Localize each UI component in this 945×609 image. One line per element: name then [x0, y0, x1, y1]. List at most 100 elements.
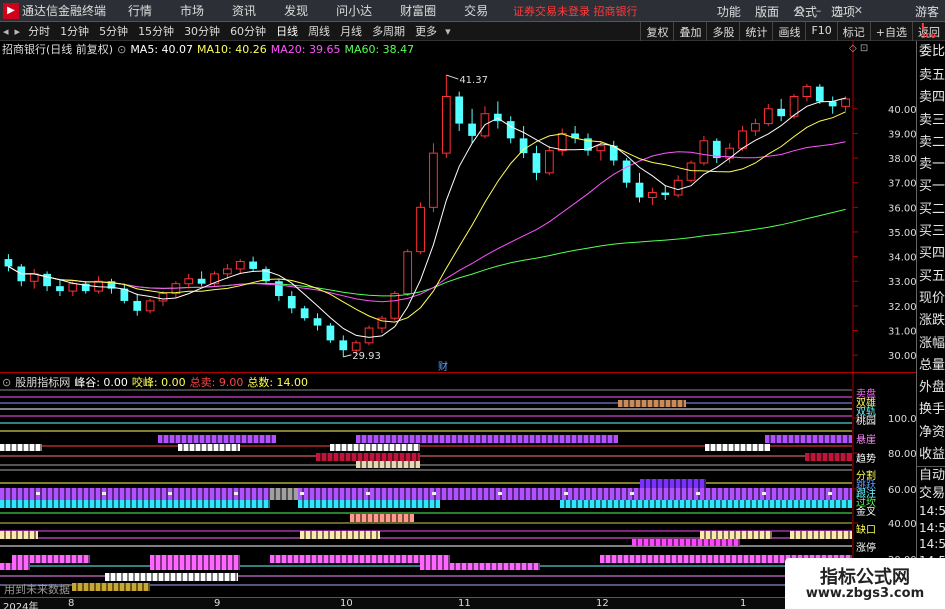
indicator-bar	[632, 539, 740, 546]
candle-body-up	[68, 283, 78, 292]
total-count-value: 总数: 14.00	[247, 376, 309, 389]
window-controls: ⚙ – □ ✕	[795, 4, 863, 17]
month-label: 9	[214, 598, 221, 609]
f10-button[interactable]: F10	[805, 22, 836, 41]
chart-header: 招商银行(日线 前复权) ⊙ MA5: 40.07 MA10: 40.26 MA…	[2, 42, 418, 57]
date-axis: 2024年 8 9 10 11 12 1	[0, 597, 916, 609]
indicator-dot	[300, 492, 304, 495]
trade-mode-button[interactable]: 交易	[917, 485, 945, 503]
quote-row-label: 涨幅	[919, 335, 945, 351]
auto-mode-button[interactable]: 自动	[917, 467, 945, 485]
multi-stock-button[interactable]: 多股	[706, 22, 739, 41]
add-watchlist-button[interactable]: +自选	[869, 22, 912, 41]
period-30min[interactable]: 30分钟	[179, 23, 225, 39]
future-data-warning: 用到未来数据	[4, 583, 70, 596]
indicator-dot	[36, 492, 40, 495]
nav-next-icon[interactable]: ▸	[12, 25, 24, 38]
candle-body-up	[390, 293, 400, 319]
menu-item-news[interactable]: 资讯	[232, 2, 256, 19]
candle-body-down	[326, 325, 335, 341]
indicator-bar	[0, 531, 38, 539]
candle-body-down	[455, 96, 464, 124]
overlay-button[interactable]: 叠加	[673, 22, 706, 41]
menu-item-guest[interactable]: 游客	[915, 3, 939, 20]
period-tick[interactable]: 分时	[23, 23, 55, 39]
tick-time: 14:56	[919, 520, 945, 535]
candle-body-down	[300, 308, 309, 319]
login-warning[interactable]: 证券交易未登录 招商银行	[513, 3, 638, 19]
period-more[interactable]: 更多	[410, 23, 442, 39]
mark-button[interactable]: 标记	[836, 22, 870, 41]
indicator-bar	[12, 555, 90, 563]
candle-body-down	[506, 121, 515, 139]
menu-item-exchange[interactable]: 市场	[180, 2, 204, 19]
restore-rights-button[interactable]: 复权	[640, 22, 673, 41]
period-15min[interactable]: 15分钟	[133, 23, 179, 39]
quote-row-label: 卖五	[919, 68, 945, 83]
statistics-button[interactable]: 统计	[739, 22, 772, 41]
watermark-url: www.zbgs3.com	[805, 586, 925, 601]
period-1min[interactable]: 1分钟	[55, 23, 94, 39]
candle-body-up	[841, 98, 850, 107]
ma20-value: MA20: 39.65	[270, 42, 341, 56]
menu-item-layout[interactable]: 版面	[755, 3, 779, 20]
quote-row-label: 卖二	[919, 134, 945, 150]
candle-body-down	[468, 123, 476, 136]
chevron-down-icon[interactable]: ⊙	[117, 43, 126, 56]
indicator-header: ⊙ 股朋指标网 峰谷: 0.00 咬峰: 0.00 总卖: 9.00 总数: 1…	[2, 375, 312, 390]
period-5min[interactable]: 5分钟	[94, 23, 133, 39]
price-axis-label: 32.00	[888, 302, 916, 313]
close-icon[interactable]: ✕	[854, 4, 863, 17]
period-daily[interactable]: 日线	[271, 23, 303, 39]
kline-chart[interactable]: 40.00 39.00 38.00 37.00 36.00 35.00 34.00 33.00…	[0, 40, 916, 373]
bite-peak-value: 咬峰: 0.00	[131, 376, 186, 389]
period-monthly[interactable]: 月线	[335, 23, 367, 39]
price-axis-label: 30.00	[888, 351, 916, 362]
month-label: 11	[458, 598, 471, 609]
total-sell-value: 总卖: 9.00	[189, 376, 244, 389]
indicator-toggle-icon[interactable]: ⊙	[2, 376, 11, 389]
menu-item-ask[interactable]: 问小达	[336, 2, 372, 19]
indicator-bar	[618, 400, 686, 407]
chart-expand-icon[interactable]: ◇ ⊡	[849, 43, 868, 54]
candle-body-down	[519, 138, 528, 154]
maximize-icon[interactable]: □	[832, 4, 842, 17]
candle-body-up	[416, 206, 425, 253]
price-axis-label: 40.00	[888, 105, 916, 116]
ma60-value: MA60: 38.47	[344, 42, 415, 56]
period-weekly[interactable]: 周线	[303, 23, 335, 39]
candle-body-up	[596, 145, 606, 152]
indicator-bar	[350, 514, 414, 522]
price-axis-label: 37.00	[888, 179, 916, 190]
settings-icon[interactable]: ⚙	[795, 4, 805, 17]
menu-item-trade[interactable]: 交易	[464, 2, 488, 19]
finance-event-icon: 财	[438, 360, 448, 373]
indicator-bar	[300, 531, 380, 539]
menu-item-wealth[interactable]: 财富圈	[400, 2, 436, 19]
period-60min[interactable]: 60分钟	[225, 23, 271, 39]
candle-body-down	[249, 261, 257, 269]
indicator-bar	[72, 583, 150, 591]
indicator-chart[interactable]: 卖盘双雄双轨桃园悬崖趋势分割跳跃跟注过坎金叉缺口涨停100.080.0060.0…	[0, 373, 916, 598]
menu-item-discover[interactable]: 发现	[284, 2, 308, 19]
candle-body-down	[43, 273, 51, 287]
period-multi[interactable]: 多周期	[367, 23, 410, 39]
quote-row-label: 收益	[919, 447, 945, 463]
candle-body-up	[738, 130, 747, 149]
minimize-icon[interactable]: –	[816, 4, 822, 17]
menu-item-function[interactable]: 功能	[717, 3, 741, 20]
indicator-dot	[630, 492, 634, 495]
draw-line-button[interactable]: 画线	[772, 22, 805, 41]
period-toolbar: ◂ ▸ 分时 1分钟 5分钟 15分钟 30分钟 60分钟 日线 周线 月线 多…	[0, 22, 945, 41]
menu-item-market[interactable]: 行情	[128, 2, 152, 19]
candle-body-up	[441, 95, 451, 154]
nav-prev-icon[interactable]: ◂	[0, 25, 12, 38]
price-axis-label: 34.00	[888, 253, 916, 264]
chevron-down-icon[interactable]: ▾	[442, 25, 454, 38]
price-axis-label: 39.00	[888, 129, 916, 140]
quote-row-label: 换手	[919, 402, 945, 418]
candle-body-down	[635, 182, 644, 198]
price-axis-label: 36.00	[888, 203, 916, 214]
candle-body-down	[339, 340, 348, 351]
candle-body-down	[622, 160, 631, 183]
